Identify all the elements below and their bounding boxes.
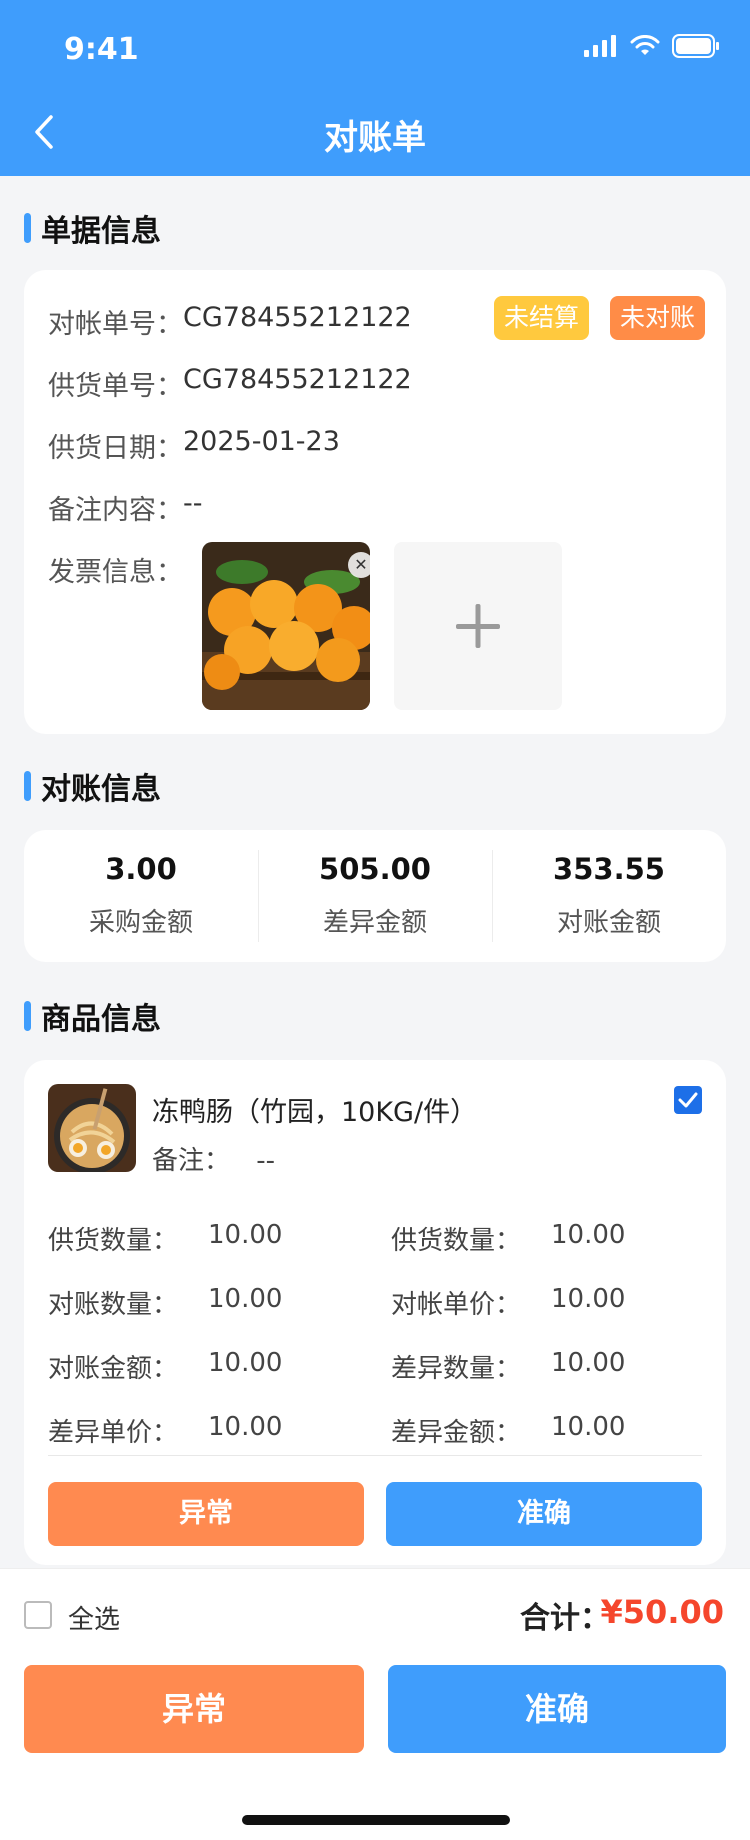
difference-amount-label: 差异金额 [322, 908, 427, 938]
field-value: 10.00 [551, 1348, 626, 1378]
app-header: 9:41 对账单 [0, 0, 750, 176]
divider [48, 1455, 702, 1456]
difference-amount: 505.00 差异金额 [258, 830, 492, 962]
invoice-row: 发票信息： [48, 550, 183, 589]
reconcile-amount-value: 353.55 [553, 852, 665, 886]
supply-no-row: 供货单号： CG78455212122 [48, 364, 412, 403]
product-note-label: 备注： [152, 1146, 231, 1176]
purchase-amount-label: 采购金额 [88, 908, 193, 938]
product-note: 备注： -- [152, 1140, 275, 1177]
reconcile-price-field: 对帐单价： 10.00 [391, 1284, 625, 1321]
remark-value: -- [183, 488, 203, 519]
reconcile-amount-field: 对账金额： 10.00 [48, 1348, 282, 1385]
purchase-amount: 3.00 采购金额 [24, 830, 258, 962]
noodle-bowl-image [48, 1084, 136, 1172]
plus-icon [456, 604, 500, 648]
field-value: 10.00 [551, 1412, 626, 1442]
home-indicator [242, 1815, 510, 1825]
reconcile-section-title: 对账信息 [24, 764, 161, 808]
wifi-icon [630, 35, 660, 55]
product-checkbox[interactable] [674, 1086, 702, 1114]
invoice-label: 发票信息： [48, 557, 183, 588]
difference-price-field: 差异单价： 10.00 [48, 1412, 282, 1449]
reconcile-qty-field: 对账数量： 10.00 [48, 1284, 282, 1321]
battery-icon [672, 34, 719, 58]
reconcile-no-value: CG78455212122 [183, 302, 412, 333]
select-all-label[interactable]: 全选 [68, 1599, 120, 1636]
bottom-action-bar: 全选 合计： ¥50.00 异常 准确 [0, 1568, 750, 1840]
product-accurate-button[interactable]: 准确 [386, 1482, 702, 1546]
supply-qty-field-2: 供货数量： 10.00 [391, 1220, 625, 1257]
check-icon [678, 1092, 698, 1108]
reconcile-no-label: 对帐单号： [48, 309, 183, 340]
section-accent-bar [24, 213, 31, 243]
field-label: 供货数量： [391, 1226, 522, 1256]
status-time: 9:41 [64, 32, 139, 67]
product-name: 冻鸭肠（竹园，10KG/件） [152, 1097, 478, 1128]
abnormal-button[interactable]: 异常 [24, 1665, 364, 1753]
field-label: 对账金额： [48, 1354, 179, 1384]
remark-row: 备注内容： -- [48, 488, 203, 527]
doc-info-card: 对帐单号： CG78455212122 未结算 未对账 供货单号： CG7845… [24, 270, 726, 734]
supply-date-value: 2025-01-23 [183, 426, 340, 457]
field-value: 10.00 [208, 1348, 283, 1378]
section-accent-bar [24, 771, 31, 801]
field-label: 对账数量： [48, 1290, 179, 1320]
status-icons [584, 34, 720, 58]
unreconciled-badge: 未对账 [610, 296, 706, 340]
field-label: 差异单价： [48, 1418, 179, 1448]
product-section-title: 商品信息 [24, 994, 161, 1038]
signal-icon [584, 35, 616, 57]
select-all-checkbox[interactable] [24, 1601, 52, 1629]
reconcile-section-title-text: 对账信息 [41, 772, 161, 807]
field-label: 对帐单价： [391, 1290, 522, 1320]
reconcile-amount-label: 对账金额 [556, 908, 661, 938]
field-value: 10.00 [551, 1220, 626, 1250]
difference-amount-field: 差异金额： 10.00 [391, 1412, 625, 1449]
unsettled-badge: 未结算 [494, 296, 590, 340]
total-label: 合计： [520, 1601, 610, 1636]
supply-date-row: 供货日期： 2025-01-23 [48, 426, 340, 465]
supply-date-label: 供货日期： [48, 433, 183, 464]
remove-image-button[interactable]: ✕ [348, 552, 370, 578]
page-title: 对账单 [324, 118, 426, 158]
field-value: 10.00 [551, 1284, 626, 1314]
field-value: 10.00 [208, 1220, 283, 1250]
accurate-button[interactable]: 准确 [388, 1665, 726, 1753]
oranges-image [202, 542, 370, 710]
field-value: 10.00 [208, 1284, 283, 1314]
supply-no-label: 供货单号： [48, 371, 183, 402]
field-label: 差异数量： [391, 1354, 522, 1384]
total-value: ¥50.00 [600, 1593, 724, 1631]
product-section-title-text: 商品信息 [41, 1002, 161, 1037]
field-value: 10.00 [208, 1412, 283, 1442]
field-label: 差异金额： [391, 1418, 522, 1448]
field-label: 供货数量： [48, 1226, 179, 1256]
add-invoice-button[interactable] [394, 542, 562, 710]
difference-amount-value: 505.00 [319, 852, 431, 886]
difference-qty-field: 差异数量： 10.00 [391, 1348, 625, 1385]
product-note-value: -- [256, 1146, 276, 1176]
reconcile-amount: 353.55 对账金额 [492, 830, 726, 962]
remark-label: 备注内容： [48, 495, 183, 526]
purchase-amount-value: 3.00 [105, 852, 177, 886]
supply-qty-field: 供货数量： 10.00 [48, 1220, 282, 1257]
product-card: 冻鸭肠（竹园，10KG/件） 备注： -- 供货数量： 10.00 供货数量： … [24, 1060, 726, 1565]
product-abnormal-button[interactable]: 异常 [48, 1482, 364, 1546]
doc-section-title-text: 单据信息 [41, 214, 161, 249]
invoice-image[interactable]: ✕ [202, 542, 370, 710]
reconcile-summary-card: 3.00 采购金额 505.00 差异金额 353.55 对账金额 [24, 830, 726, 962]
reconcile-no-row: 对帐单号： CG78455212122 [48, 302, 412, 341]
supply-no-value: CG78455212122 [183, 364, 412, 395]
section-accent-bar [24, 1001, 31, 1031]
doc-section-title: 单据信息 [24, 206, 161, 250]
product-image [48, 1084, 136, 1172]
